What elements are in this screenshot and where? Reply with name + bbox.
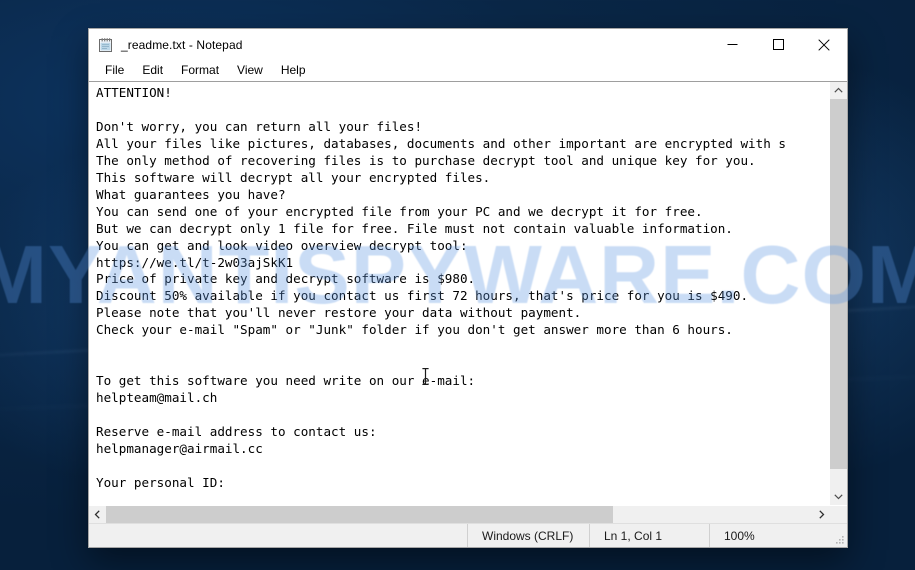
minimize-button[interactable] — [709, 29, 755, 60]
horizontal-scroll-thumb[interactable] — [106, 506, 613, 523]
vertical-scroll-thumb[interactable] — [830, 99, 847, 469]
notepad-icon — [98, 37, 114, 53]
maximize-button[interactable] — [755, 29, 801, 60]
scrollbar-corner — [830, 506, 847, 523]
menu-item-file[interactable]: File — [96, 61, 133, 80]
status-cursor-position: Ln 1, Col 1 — [589, 524, 709, 547]
menu-item-edit[interactable]: Edit — [133, 61, 172, 80]
vertical-scroll-track[interactable] — [830, 99, 847, 488]
scroll-left-button[interactable] — [89, 506, 106, 523]
text-editor-area[interactable]: ATTENTION! Don't worry, you can return a… — [89, 82, 829, 505]
editor-region: ATTENTION! Don't worry, you can return a… — [89, 81, 847, 523]
scroll-right-button[interactable] — [813, 506, 830, 523]
close-button[interactable] — [801, 29, 847, 60]
window-titlebar[interactable]: _readme.txt - Notepad — [89, 29, 847, 60]
editor-row: ATTENTION! Don't worry, you can return a… — [89, 82, 847, 505]
status-line-ending: Windows (CRLF) — [467, 524, 589, 547]
window-controls[interactable] — [709, 29, 847, 60]
menu-item-format[interactable]: Format — [172, 61, 228, 80]
scroll-down-button[interactable] — [830, 488, 847, 505]
status-bar: Windows (CRLF) Ln 1, Col 1 100% — [89, 523, 847, 547]
notepad-window[interactable]: _readme.txt - Notepad File Edit Format V… — [88, 28, 848, 548]
horizontal-scroll-track[interactable] — [106, 506, 813, 523]
resize-grip-icon[interactable] — [829, 524, 847, 547]
ransom-note-text: ATTENTION! Don't worry, you can return a… — [96, 85, 786, 490]
window-title: _readme.txt - Notepad — [121, 37, 243, 52]
status-zoom-level: 100% — [709, 524, 829, 547]
vertical-scrollbar[interactable] — [829, 82, 847, 505]
menu-item-help[interactable]: Help — [272, 61, 315, 80]
menu-bar[interactable]: File Edit Format View Help — [89, 60, 847, 81]
menu-item-view[interactable]: View — [228, 61, 272, 80]
horizontal-scrollbar[interactable] — [89, 505, 847, 523]
scroll-up-button[interactable] — [830, 82, 847, 99]
